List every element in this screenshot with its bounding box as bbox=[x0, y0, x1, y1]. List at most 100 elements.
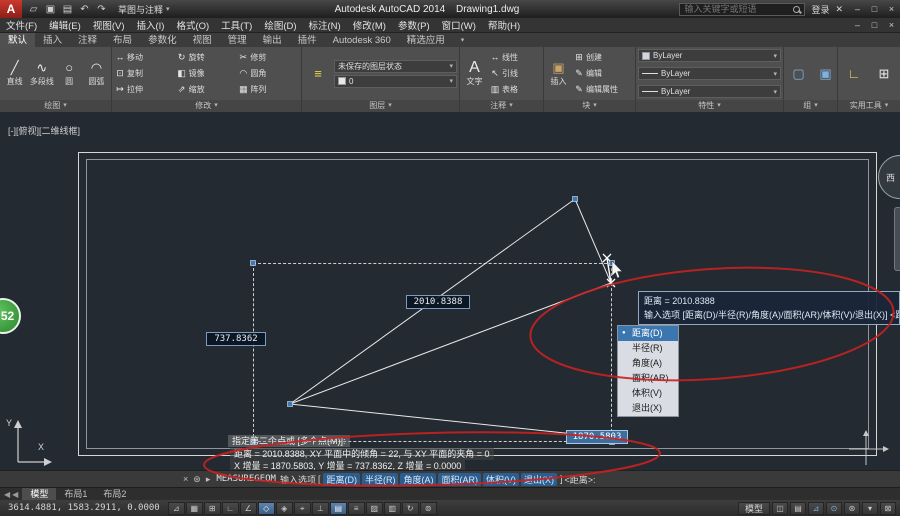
tab-layout1[interactable]: 布局1 bbox=[56, 488, 95, 501]
doc-restore-button[interactable]: □ bbox=[866, 20, 883, 30]
layer-properties-button[interactable]: ≡ bbox=[304, 49, 332, 98]
drawing-canvas[interactable]: [-][俯视][二维线框] 2010.8388 737.8362 1870.58… bbox=[0, 112, 900, 470]
ribbon-collapse-icon[interactable]: ▾ bbox=[453, 33, 473, 47]
workspace-gear-icon[interactable]: ⊛ bbox=[844, 501, 860, 515]
ungroup-button[interactable]: ▣ bbox=[813, 49, 837, 98]
option-volume[interactable]: 体积(V) bbox=[618, 386, 678, 401]
quick-view-layouts-icon[interactable]: ◫ bbox=[772, 501, 788, 515]
navigation-bar[interactable] bbox=[894, 207, 900, 271]
circle-tool-button[interactable]: ○ 圆 bbox=[57, 49, 82, 98]
quick-calc-button[interactable]: ⊞ bbox=[872, 49, 897, 98]
layer-state-dropdown[interactable]: 未保存的图层状态 ▾ bbox=[334, 59, 457, 73]
infer-constraints-toggle[interactable]: ⊿ bbox=[167, 501, 185, 515]
tab-plugins[interactable]: 插件 bbox=[290, 33, 325, 47]
ortho-mode-toggle[interactable]: ∟ bbox=[221, 501, 239, 515]
group-button[interactable]: ▢ bbox=[786, 49, 811, 98]
tab-model[interactable]: 模型 bbox=[22, 487, 57, 501]
linetype-dropdown[interactable]: ByLayer ▾ bbox=[638, 85, 781, 98]
menu-item-tools[interactable]: 工具(T) bbox=[215, 18, 258, 32]
workspace-switcher[interactable]: 草图与注释 ▾ bbox=[113, 3, 175, 16]
menu-item-modify[interactable]: 修改(M) bbox=[347, 18, 392, 32]
search-input[interactable] bbox=[684, 4, 790, 14]
open-button[interactable]: ▱ bbox=[26, 4, 41, 15]
panel-label-properties[interactable]: 特性 ▾ bbox=[636, 100, 783, 112]
fillet-button[interactable]: ◠ 圆角 bbox=[237, 65, 299, 81]
trim-button[interactable]: ✂ 修剪 bbox=[237, 49, 299, 65]
save-button[interactable]: ▣ bbox=[43, 4, 58, 15]
arc-tool-button[interactable]: ◠ 圆弧 bbox=[84, 49, 109, 98]
sign-in-button[interactable]: 登录 bbox=[811, 3, 829, 16]
model-space-button[interactable]: 模型 bbox=[737, 501, 770, 515]
menu-item-window[interactable]: 窗口(W) bbox=[436, 18, 482, 32]
object-snap-toggle[interactable]: ◇ bbox=[257, 501, 275, 515]
tab-manage[interactable]: 管理 bbox=[220, 33, 255, 47]
quick-view-drawings-icon[interactable]: ▤ bbox=[790, 501, 806, 515]
tab-autodesk360[interactable]: Autodesk 360 bbox=[325, 33, 399, 47]
search-icon[interactable] bbox=[793, 5, 801, 13]
plot-button[interactable]: ▤ bbox=[60, 4, 75, 15]
cmd-option-exit[interactable]: 退出(X) bbox=[520, 472, 557, 486]
tab-featured-apps[interactable]: 精选应用 bbox=[399, 33, 453, 47]
polar-tracking-toggle[interactable]: ∠ bbox=[239, 501, 257, 515]
annotation-scale-icon[interactable]: ⊿ bbox=[808, 501, 824, 515]
dynamic-input-toggle[interactable]: ▤ bbox=[329, 501, 347, 515]
option-distance[interactable]: 距离(D) bbox=[618, 326, 678, 341]
object-color-dropdown[interactable]: ByLayer ▾ bbox=[638, 49, 781, 62]
tab-parametric[interactable]: 参数化 bbox=[140, 33, 185, 47]
option-radius[interactable]: 半径(R) bbox=[618, 341, 678, 356]
menu-item-dimension[interactable]: 标注(N) bbox=[303, 18, 347, 32]
transparency-toggle[interactable]: ▨ bbox=[365, 501, 383, 515]
object-snap-tracking-toggle[interactable]: ⌖ bbox=[293, 501, 311, 515]
cmd-option-angle[interactable]: 角度(A) bbox=[400, 472, 437, 486]
annotation-visibility-icon[interactable]: ⊙ bbox=[826, 501, 842, 515]
clean-screen-icon[interactable]: ⊠ bbox=[880, 501, 896, 515]
panel-label-draw[interactable]: 绘图 ▾ bbox=[0, 100, 111, 112]
exchange-apps-icon[interactable]: ✕ bbox=[835, 4, 843, 15]
maximize-button[interactable]: □ bbox=[866, 4, 883, 14]
customize-wrench-icon[interactable]: ⊛ bbox=[193, 474, 201, 485]
linear-dim-button[interactable]: ↔ 线性 bbox=[489, 52, 541, 63]
menu-item-file[interactable]: 文件(F) bbox=[0, 18, 43, 32]
rotate-button[interactable]: ↻ 旋转 bbox=[176, 49, 238, 65]
polyline-tool-button[interactable]: ∿ 多段线 bbox=[29, 49, 54, 98]
panel-label-utilities[interactable]: 实用工具 ▾ bbox=[838, 100, 900, 112]
move-button[interactable]: ↔ 移动 bbox=[114, 49, 176, 65]
quick-properties-toggle[interactable]: ▥ bbox=[383, 501, 401, 515]
stretch-button[interactable]: ↦ 拉伸 bbox=[114, 82, 176, 98]
status-menu-caret-icon[interactable]: ▾ bbox=[862, 501, 878, 515]
tab-default[interactable]: 默认 bbox=[0, 33, 36, 47]
tab-layout[interactable]: 布局 bbox=[105, 33, 140, 47]
tab-output[interactable]: 输出 bbox=[255, 33, 290, 47]
panel-label-block[interactable]: 块 ▾ bbox=[544, 100, 635, 112]
text-tool-button[interactable]: A 文字 bbox=[462, 49, 487, 98]
menu-item-edit[interactable]: 编辑(E) bbox=[43, 18, 87, 32]
autocad-logo-icon[interactable]: A bbox=[0, 0, 22, 18]
minimize-button[interactable]: – bbox=[849, 4, 866, 14]
panel-label-annotation[interactable]: 注释 ▾ bbox=[460, 100, 543, 112]
menu-item-view[interactable]: 视图(V) bbox=[87, 18, 131, 32]
option-angle[interactable]: 角度(A) bbox=[618, 356, 678, 371]
array-button[interactable]: ▦ 阵列 bbox=[237, 82, 299, 98]
menu-item-help[interactable]: 帮助(H) bbox=[482, 18, 526, 32]
option-area[interactable]: 面积(AR) bbox=[618, 371, 678, 386]
tab-annotate[interactable]: 注释 bbox=[70, 33, 105, 47]
command-input-line[interactable]: MEASUREGEOM 输入选项 [ 距离(D) 半径(R) 角度(A) 面积(… bbox=[210, 472, 596, 486]
menu-item-format[interactable]: 格式(O) bbox=[170, 18, 215, 32]
infocenter-search[interactable] bbox=[679, 2, 806, 16]
close-button[interactable]: × bbox=[883, 4, 900, 14]
cmd-option-radius[interactable]: 半径(R) bbox=[361, 472, 399, 486]
tab-insert[interactable]: 插入 bbox=[35, 33, 70, 47]
current-layer-dropdown[interactable]: 0 ▾ bbox=[334, 74, 457, 88]
create-block-button[interactable]: ⊞ 创建 bbox=[573, 52, 633, 63]
command-close-icon[interactable]: × bbox=[183, 474, 188, 485]
cmd-option-area[interactable]: 面积(AR) bbox=[438, 472, 481, 486]
cmd-option-distance[interactable]: 距离(D) bbox=[323, 472, 360, 486]
tab-scroll-left-icon[interactable]: ◀ bbox=[4, 490, 10, 499]
snap-mode-toggle[interactable]: ▦ bbox=[185, 501, 203, 515]
line-tool-button[interactable]: ╱ 直线 bbox=[2, 49, 27, 98]
menu-item-draw[interactable]: 绘图(D) bbox=[258, 18, 302, 32]
panel-label-modify[interactable]: 修改 ▾ bbox=[112, 100, 301, 112]
redo-button[interactable]: ↷ bbox=[94, 4, 109, 15]
3d-object-snap-toggle[interactable]: ◈ bbox=[275, 501, 293, 515]
undo-button[interactable]: ↶ bbox=[77, 4, 92, 15]
